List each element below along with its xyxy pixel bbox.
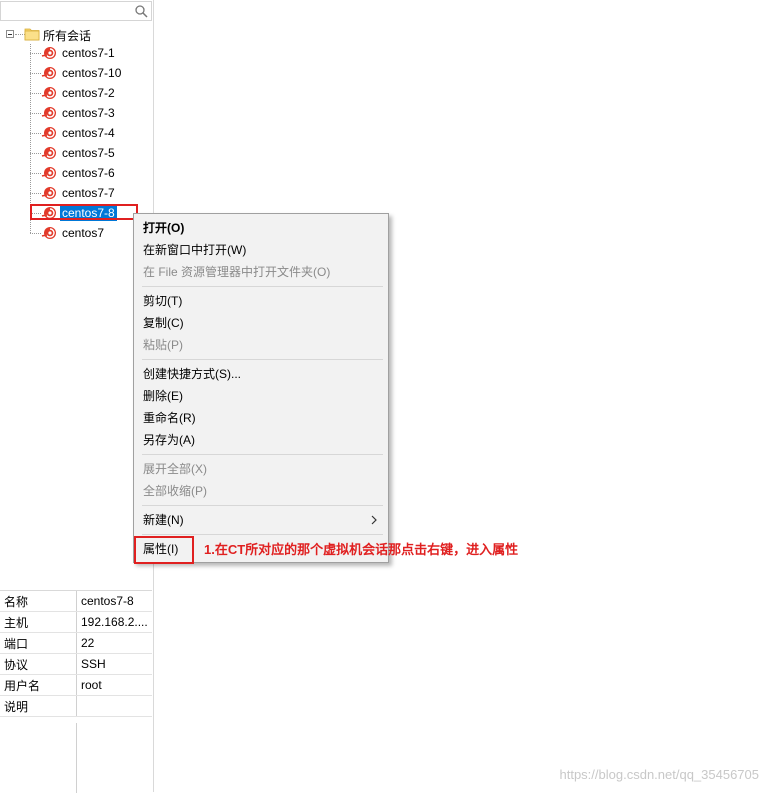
property-key: 主机 xyxy=(0,611,77,633)
menu-item[interactable]: 另存为(A) xyxy=(143,429,195,451)
watermark: https://blog.csdn.net/qq_35456705 xyxy=(559,767,760,782)
session-icon xyxy=(41,225,57,241)
menu-item[interactable]: 打开(O) xyxy=(143,217,184,239)
menu-separator xyxy=(142,534,383,535)
menu-item[interactable]: 剪切(T) xyxy=(143,290,182,312)
property-row[interactable]: 主机 192.168.2.... xyxy=(0,611,152,633)
session-label: centos7-2 xyxy=(62,86,115,100)
tree-connector xyxy=(30,173,41,174)
tree-connector xyxy=(30,113,41,114)
session-icon xyxy=(41,125,57,141)
session-item[interactable]: centos7 xyxy=(30,224,150,242)
context-menu: 打开(O) 在新窗口中打开(W) 在 File 资源管理器中打开文件夹(O) 剪切(T… xyxy=(133,213,389,564)
session-icon xyxy=(41,105,57,121)
tree-connector xyxy=(30,133,41,134)
tree-connector xyxy=(30,73,41,74)
session-item[interactable]: centos7-1 xyxy=(30,44,150,62)
property-value: centos7-8 xyxy=(76,591,152,612)
menu-item: 展开全部(X) xyxy=(143,462,207,476)
menu-separator xyxy=(142,454,383,455)
session-item[interactable]: centos7-4 xyxy=(30,124,150,142)
session-label: centos7-6 xyxy=(62,166,115,180)
property-value: 22 xyxy=(76,632,152,654)
annotation-text: 1.在CT所对应的那个虚拟机会话那点击右键，进入属性 xyxy=(204,542,519,557)
session-label: centos7-10 xyxy=(62,66,122,80)
menu-separator xyxy=(142,359,383,360)
highlight-box-session xyxy=(30,204,138,220)
properties-table: 名称 centos7-8 主机 192.168.2.... 端口 22 协议 SSH 用户名 ro… xyxy=(0,591,152,717)
property-row[interactable]: 用户名 root xyxy=(0,674,152,696)
session-icon xyxy=(41,185,57,201)
tree-connector xyxy=(30,193,41,194)
session-item[interactable]: centos7-7 xyxy=(30,184,150,202)
menu-item[interactable]: 创建快捷方式(S)... xyxy=(143,363,241,385)
collapse-toggle-icon[interactable] xyxy=(6,30,14,38)
menu-item: 在 File 资源管理器中打开文件夹(O) xyxy=(143,265,331,279)
session-label: centos7 xyxy=(62,226,105,240)
property-value xyxy=(76,695,152,717)
session-label: centos7-7 xyxy=(62,186,115,200)
property-row[interactable]: 协议 SSH xyxy=(0,653,152,675)
menu-item: 全部收缩(P) xyxy=(143,484,207,498)
session-item[interactable]: centos7-3 xyxy=(30,104,150,122)
session-icon xyxy=(41,65,57,81)
menu-item: 粘贴(P) xyxy=(143,338,183,352)
session-icon xyxy=(41,45,57,61)
search-icon[interactable] xyxy=(134,4,148,18)
session-item[interactable]: centos7-2 xyxy=(30,84,150,102)
session-panel: 所有会话 centos7-1 centos7-10 centos7-2 centos7… xyxy=(0,0,154,793)
property-value: 192.168.2.... xyxy=(76,611,152,633)
session-item[interactable]: centos7-10 xyxy=(30,64,150,82)
session-icon xyxy=(41,85,57,101)
menu-item[interactable]: 新建(N) xyxy=(143,509,184,531)
menu-separator xyxy=(142,286,383,287)
session-icon xyxy=(41,165,57,181)
search-box[interactable] xyxy=(0,1,152,21)
grid-column-divider xyxy=(76,723,77,793)
tree-connector xyxy=(30,53,41,54)
property-key: 用户名 xyxy=(0,674,77,696)
property-key: 端口 xyxy=(0,632,77,654)
session-label: centos7-1 xyxy=(62,46,115,60)
tree-connector xyxy=(30,93,41,94)
menu-item[interactable]: 在新窗口中打开(W) xyxy=(143,239,246,261)
session-item[interactable]: centos7-6 xyxy=(30,164,150,182)
menu-item[interactable]: 复制(C) xyxy=(143,312,184,334)
highlight-box-properties xyxy=(134,536,194,564)
property-row[interactable]: 名称 centos7-8 xyxy=(0,591,152,612)
session-icon xyxy=(41,145,57,161)
property-row[interactable]: 端口 22 xyxy=(0,632,152,654)
tree-connector xyxy=(30,153,41,154)
tree-connector xyxy=(30,233,41,234)
chevron-right-icon xyxy=(370,509,378,531)
property-value: root xyxy=(76,674,152,696)
property-key: 说明 xyxy=(0,695,77,717)
session-label: centos7-3 xyxy=(62,106,115,120)
menu-item[interactable]: 删除(E) xyxy=(143,385,183,407)
folder-icon xyxy=(24,28,40,41)
search-input[interactable] xyxy=(3,3,131,19)
property-value: SSH xyxy=(76,653,152,675)
session-label: centos7-4 xyxy=(62,126,115,140)
session-label: centos7-5 xyxy=(62,146,115,160)
menu-item[interactable]: 重命名(R) xyxy=(143,407,196,429)
menu-separator xyxy=(142,505,383,506)
property-key: 协议 xyxy=(0,653,77,675)
tree-root-label: 所有会话 xyxy=(43,29,92,43)
property-key: 名称 xyxy=(0,591,77,612)
session-item[interactable]: centos7-5 xyxy=(30,144,150,162)
property-grid: 名称 centos7-8 主机 192.168.2.... 端口 22 协议 SSH 用户名 ro… xyxy=(0,590,152,793)
property-row[interactable]: 说明 xyxy=(0,695,152,717)
